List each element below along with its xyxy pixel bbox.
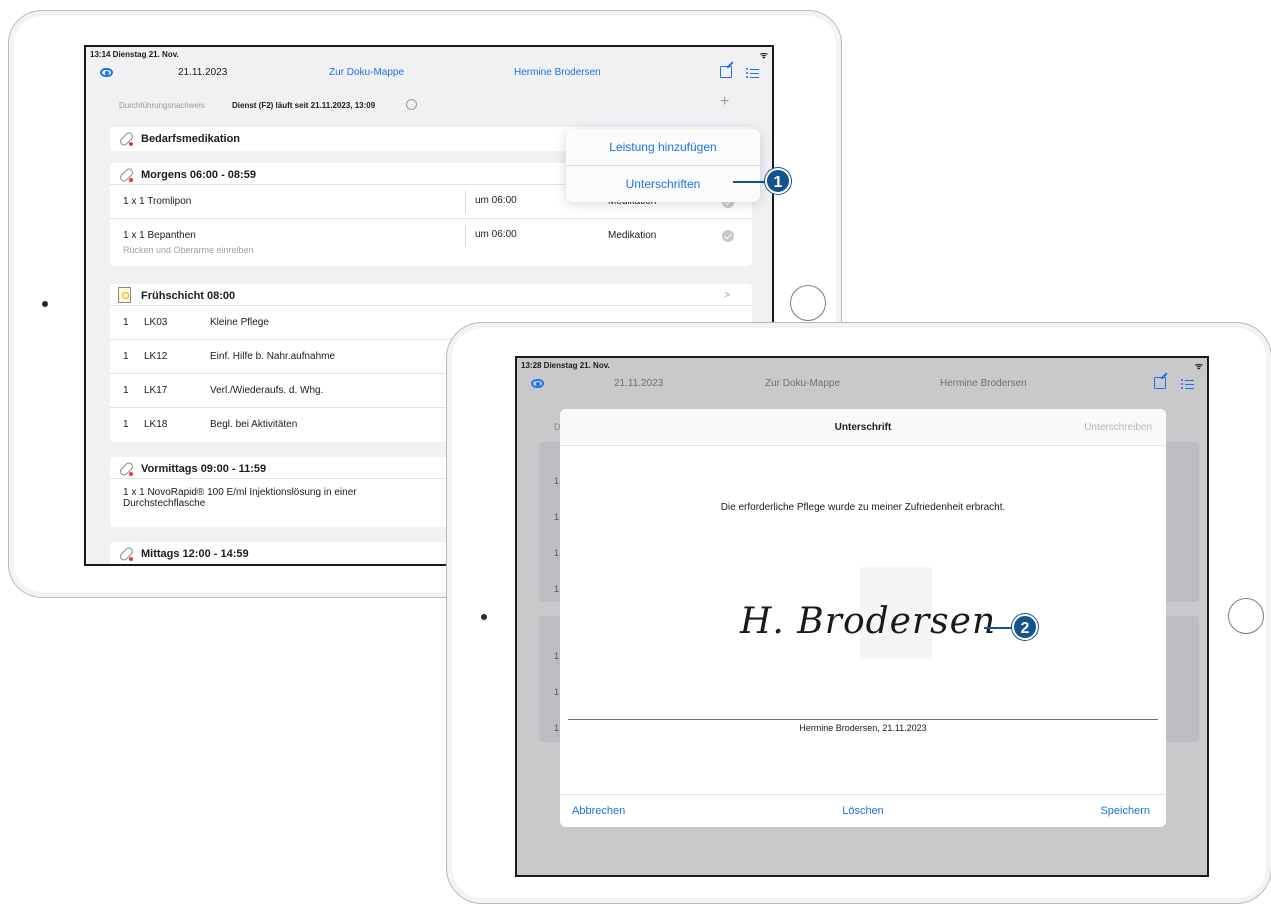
dimmed-qty: 1 [554, 548, 560, 558]
callout-badge-1: 1 [765, 168, 791, 194]
check-icon[interactable] [722, 230, 734, 242]
sign-button[interactable]: Unterschreiben [1084, 422, 1152, 433]
row-qty: 1 [123, 385, 129, 396]
signature-line [568, 719, 1158, 720]
nav-date: 21.11.2023 [178, 67, 228, 78]
callout-line-1 [733, 181, 765, 183]
statement-text: Die erforderliche Pflege wurde zu meiner… [720, 502, 1006, 513]
edit-button[interactable] [720, 66, 732, 78]
list-icon [1181, 379, 1194, 391]
row-qty: 1 [123, 317, 129, 328]
pill-icon [118, 546, 133, 561]
list-button[interactable] [1181, 377, 1194, 391]
home-button[interactable] [790, 285, 826, 321]
row-note: Rücken und Oberarme einreiben [123, 245, 254, 255]
save-button[interactable]: Speichern [1100, 805, 1150, 817]
nav-date: 21.11.2023 [614, 378, 664, 389]
home-button[interactable] [1228, 598, 1264, 634]
dimmed-qty: 1 [554, 512, 560, 522]
row-name: 1 x 1 Tromlipon [123, 196, 192, 207]
modal-title: Unterschrift [834, 422, 892, 433]
section-title: Morgens 06:00 - 08:59 [141, 169, 256, 181]
signatures-item[interactable]: Unterschriften [566, 165, 760, 201]
nav-bar: 21.11.2023 Zur Doku-Mappe Hermine Broder… [86, 60, 772, 86]
delete-button[interactable]: Löschen [560, 805, 1166, 817]
callout-badge-2: 2 [1012, 614, 1038, 640]
screen-front: 13:28 Dienstag 21. Nov. ᯤ 21.11.2023 Zur … [515, 356, 1209, 877]
modal-footer: Abbrechen Löschen Speichern [560, 794, 1166, 827]
row-name: Einf. Hilfe b. Nahr.aufnahme [210, 351, 336, 362]
row-time: um 06:00 [465, 225, 517, 247]
table-row[interactable]: 1 x 1 Bepanthen Rücken und Oberarme einr… [110, 219, 752, 266]
signature-modal: Unterschrift Unterschreiben Die erforder… [560, 409, 1166, 827]
add-service-item[interactable]: Leistung hinzufügen [566, 129, 760, 165]
signer-text: Hermine Brodersen, 21.11.2023 [799, 723, 927, 733]
row-name: Kleine Pflege [210, 317, 269, 328]
status-bar: 13:28 Dienstag 21. Nov. ᯤ [517, 358, 1207, 371]
modal-header: Unterschrift Unterschreiben [560, 409, 1166, 446]
row-code: LK17 [144, 385, 168, 396]
doku-link[interactable]: Zur Doku-Mappe [765, 378, 840, 389]
list-icon [746, 68, 759, 80]
section-title: Bedarfsmedikation [141, 133, 241, 145]
status-time: 13:28 Dienstag 21. Nov. [521, 361, 610, 370]
eye-icon [100, 68, 113, 77]
chevron-right-icon[interactable]: > [724, 290, 730, 301]
section-title: Frühschicht 08:00 [141, 290, 236, 302]
row-time: um 06:00 [465, 191, 517, 213]
status-time: 13:14 Dienstag 21. Nov. [90, 50, 179, 59]
edit-button[interactable] [1154, 377, 1166, 389]
shift-icon [118, 287, 131, 303]
dimmed-qty: 1 [554, 584, 560, 594]
callout-line-2 [984, 627, 1012, 629]
edit-icon [720, 66, 732, 78]
section-title: Vormittags 09:00 - 11:59 [141, 463, 267, 475]
row-name: Verl./Wiederaufs. d. Whg. [210, 385, 324, 396]
camera-dot [481, 614, 487, 620]
add-popover: Leistung hinzufügen Unterschriften [566, 129, 760, 202]
status-bar: 13:14 Dienstag 21. Nov. ᯤ [86, 47, 772, 60]
nav-bar: 21.11.2023 Zur Doku-Mappe Hermine Broder… [517, 371, 1207, 397]
doku-link[interactable]: Zur Doku-Mappe [329, 67, 404, 78]
info-dienst: Dienst (F2) läuft seit 21.11.2023, 13:09 [232, 101, 376, 110]
eye-button[interactable] [531, 379, 544, 391]
clock-icon [406, 99, 417, 110]
add-button[interactable]: + [720, 93, 729, 111]
info-label: Durchführungsnachweis [119, 101, 205, 110]
patient-link[interactable]: Hermine Brodersen [514, 67, 601, 78]
row-code: LK18 [144, 419, 168, 430]
row-qty: 1 [123, 419, 129, 430]
dimmed-qty: 1 [554, 651, 560, 661]
row-line-1: 1 x 1 NovoRapid® 100 E/ml Injektionslösu… [123, 487, 357, 498]
list-button[interactable] [746, 66, 759, 80]
dimmed-qty: 1 [554, 476, 560, 486]
info-bar: Durchführungsnachweis Dienst (F2) läuft … [86, 87, 772, 122]
row-code: LK03 [144, 317, 168, 328]
row-name: Begl. bei Aktivitäten [210, 419, 298, 430]
eye-icon [531, 379, 544, 388]
row-kind: Medikation [608, 230, 657, 241]
row-code: LK12 [144, 351, 168, 362]
row-qty: 1 [123, 351, 129, 362]
pill-icon [118, 461, 133, 476]
dimmed-qty: 1 [554, 687, 560, 697]
camera-dot [42, 301, 48, 307]
row-line-2: Durchstechflasche [123, 498, 206, 509]
dimmed-qty: 1 [554, 723, 560, 733]
pill-icon [118, 167, 133, 182]
signature-drawing[interactable]: H. Brodersen [740, 601, 996, 642]
row-name[interactable]: 1 x 1 NovoRapid® 100 E/ml Injektionslösu… [123, 487, 357, 509]
eye-button[interactable] [100, 68, 113, 80]
section-title: Mittags 12:00 - 14:59 [141, 548, 249, 560]
patient-link[interactable]: Hermine Brodersen [940, 378, 1027, 389]
edit-icon [1154, 377, 1166, 389]
row-name: 1 x 1 Bepanthen [123, 230, 196, 241]
pill-icon [118, 131, 133, 146]
